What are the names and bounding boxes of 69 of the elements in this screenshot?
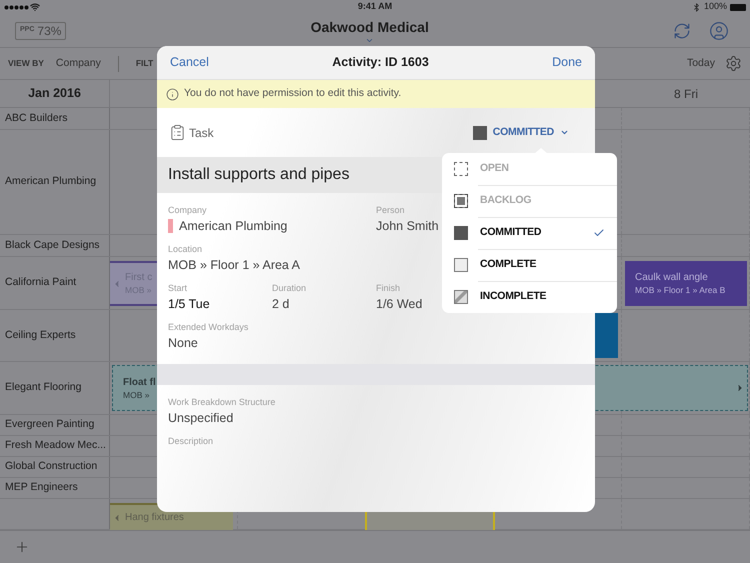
field-value: 2 d — [272, 296, 290, 313]
signal-icon — [4, 4, 29, 10]
filter-label[interactable]: FILT — [136, 57, 154, 70]
field-label: Extended Workdays — [168, 321, 250, 334]
activity-type: Task — [189, 124, 214, 142]
dialog-title: Activity: ID 1603 — [331, 54, 430, 72]
done-button[interactable]: Done — [552, 53, 582, 72]
permission-notice: You do not have permission to edit this activity. — [184, 86, 402, 102]
company-name[interactable]: American Plumbing — [5, 174, 96, 190]
status-option[interactable]: INCOMPLETE — [442, 281, 617, 313]
status-time: 9:41 AM — [356, 0, 394, 14]
field-value: Unspecified — [168, 410, 234, 427]
status-swatch-icon — [454, 194, 468, 208]
company-name[interactable]: Black Cape Designs — [5, 238, 100, 254]
field-value: None — [168, 335, 198, 352]
check-icon — [593, 227, 605, 239]
month-label: Jan 2016 — [28, 85, 81, 102]
settings-icon[interactable] — [725, 55, 742, 72]
status-dropdown[interactable]: COMMITTED — [472, 124, 569, 140]
field-label: Description — [168, 435, 214, 448]
add-icon[interactable] — [14, 539, 30, 555]
activity-title: Float fl — [123, 376, 156, 388]
field-label: Start — [168, 282, 188, 295]
field-value: 1/6 Wed — [376, 296, 422, 313]
company-name[interactable]: MEP Engineers — [5, 480, 78, 496]
field-label: Location — [168, 243, 204, 256]
battery-percent: 100% — [704, 0, 727, 14]
status-swatch-icon — [454, 290, 468, 304]
status-swatch-icon — [454, 226, 468, 240]
caret-icon — [560, 128, 569, 137]
user-icon[interactable] — [709, 20, 729, 40]
clipboard-icon — [169, 124, 186, 141]
company-name[interactable]: ABC Builders — [5, 110, 68, 126]
field-value: American Plumbing — [179, 218, 288, 235]
field-value: 1/5 Tue — [168, 296, 210, 313]
wifi-icon — [30, 2, 40, 12]
company-name[interactable]: Fresh Meadow Mec... — [5, 438, 106, 454]
day-header: 8 Fri — [674, 86, 698, 102]
status-swatch-icon — [454, 162, 468, 176]
bluetooth-icon — [692, 2, 701, 12]
field-label: Person — [376, 204, 406, 217]
info-icon — [166, 88, 179, 100]
activity-name: Install supports and pipes — [168, 165, 350, 185]
field-value: MOB » Floor 1 » Area A — [168, 257, 300, 274]
status-option[interactable]: COMPLETE — [442, 249, 617, 281]
activity-bar[interactable]: Caulk wall angle MOB » Floor 1 » Area B — [625, 261, 747, 306]
activity-location: MOB » — [123, 388, 150, 400]
chevron-icon[interactable] — [365, 36, 374, 45]
cancel-button[interactable]: Cancel — [170, 53, 209, 72]
company-name[interactable]: Evergreen Painting — [5, 417, 94, 433]
today-button[interactable]: Today — [686, 56, 715, 72]
company-name[interactable]: Elegant Flooring — [5, 380, 82, 396]
field-label: Duration — [272, 282, 308, 295]
field-label: Company — [168, 204, 208, 217]
activity-title: Caulk wall angle — [635, 271, 709, 284]
company-name[interactable]: Global Construction — [5, 459, 98, 475]
status-option[interactable]: COMMITTED — [442, 217, 617, 249]
activity-location: MOB » Floor 1 » Area B — [635, 284, 726, 296]
view-by-value[interactable]: Company — [56, 56, 101, 72]
field-label: Work Breakdown Structure — [168, 396, 276, 409]
company-name[interactable]: California Paint — [5, 275, 76, 291]
battery-icon — [730, 4, 746, 10]
project-title[interactable]: Oakwood Medical — [310, 18, 429, 36]
field-label: Finish — [376, 282, 402, 295]
field-value: John Smith — [376, 218, 439, 235]
status-swatch-icon — [454, 258, 468, 272]
company-name[interactable]: Ceiling Experts — [5, 328, 76, 344]
sync-icon[interactable] — [673, 22, 691, 40]
view-by-label: VIEW BY — [8, 57, 44, 70]
